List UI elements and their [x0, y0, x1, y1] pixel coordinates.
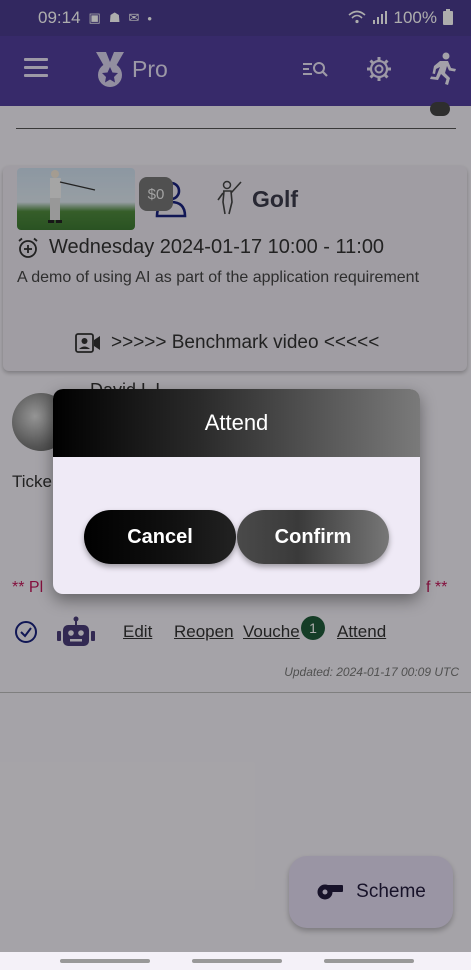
- nav-home-pill[interactable]: [192, 959, 282, 963]
- system-navigation-bar: [0, 952, 471, 970]
- nav-back-pill[interactable]: [324, 959, 414, 963]
- confirm-button[interactable]: Confirm: [237, 510, 389, 564]
- nav-recent-pill[interactable]: [60, 959, 150, 963]
- cancel-button[interactable]: Cancel: [84, 510, 236, 564]
- dialog-title: Attend: [53, 389, 420, 457]
- attend-dialog: Attend Cancel Confirm: [53, 389, 420, 594]
